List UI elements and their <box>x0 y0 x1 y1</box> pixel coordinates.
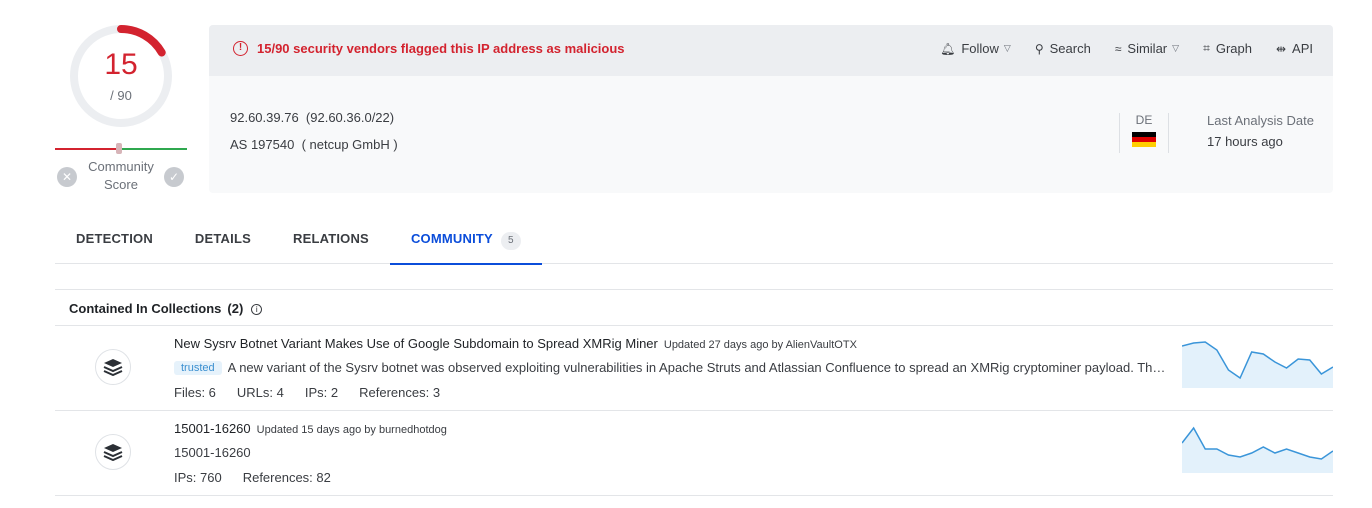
search-button[interactable]: ⚲ Search <box>1035 41 1091 56</box>
tab-relations[interactable]: RELATIONS <box>272 218 390 264</box>
vote-malicious-icon[interactable]: ✕ <box>57 167 77 187</box>
community-score-label: Community Score <box>88 159 154 192</box>
api-button[interactable]: ⇹ API <box>1276 41 1313 56</box>
last-analysis: Last Analysis Date 17 hours ago <box>1207 113 1314 149</box>
collection-meta: Updated 15 days ago by burnedhotdog <box>256 424 447 436</box>
detection-score-widget: 15 / 90 ✕ Community Score ✓ <box>55 18 187 194</box>
exclamation-circle-icon: ! <box>233 41 248 56</box>
detection-count: 15 <box>104 48 138 81</box>
country-box: DE <box>1119 113 1169 153</box>
action-bar: 🔔︎ Follow ▽ ⚲ Search ≈ Similar ▽ ⌗ Graph… <box>916 41 1313 56</box>
follow-button[interactable]: 🔔︎ Follow ▽ <box>940 41 1011 56</box>
collection-stats: Files: 6 URLs: 4 IPs: 2 References: 3 <box>174 385 441 400</box>
collections-header: Contained In Collections (2) i <box>55 289 1333 326</box>
germany-flag-icon <box>1132 132 1156 147</box>
collection-icon <box>95 434 131 470</box>
card-toolbar: ! 15/90 security vendors flagged this IP… <box>209 25 1333 76</box>
as-line: AS 197540 ( netcup GmbH ) <box>230 137 398 152</box>
collection-icon <box>95 349 131 385</box>
list-item[interactable]: New Sysrv Botnet Variant Makes Use of Go… <box>55 326 1333 411</box>
ip-summary-card: ! 15/90 security vendors flagged this IP… <box>209 25 1333 193</box>
vote-harmless-icon[interactable]: ✓ <box>164 167 184 187</box>
chevron-down-icon: ▽ <box>1172 43 1180 53</box>
collections-title: Contained In Collections (2) i <box>69 301 263 316</box>
alert-text: 15/90 security vendors flagged this IP a… <box>257 41 625 56</box>
report-tabs: DETECTION DETAILS RELATIONS COMMUNITY 5 <box>55 218 1333 265</box>
ip-address[interactable]: 92.60.39.76 <box>230 110 299 125</box>
search-icon: ⚲ <box>1034 41 1044 56</box>
tab-details[interactable]: DETAILS <box>174 218 272 264</box>
chevron-down-icon: ▽ <box>1003 43 1011 53</box>
community-score-bar <box>55 143 187 154</box>
activity-sparkline <box>1182 341 1333 388</box>
country-code: DE <box>1135 113 1153 127</box>
malicious-alert: ! 15/90 security vendors flagged this IP… <box>233 41 625 56</box>
last-analysis-label: Last Analysis Date <box>1207 113 1314 128</box>
collection-title[interactable]: New Sysrv Botnet Variant Makes Use of Go… <box>174 336 857 351</box>
community-count-badge: 5 <box>500 232 521 250</box>
activity-sparkline <box>1182 426 1333 473</box>
as-number[interactable]: AS 197540 <box>230 137 294 152</box>
list-item[interactable]: 15001-16260 Updated 15 days ago by burned… <box>55 411 1333 496</box>
collection-meta: Updated 27 days ago by AlienVaultOTX <box>663 339 857 351</box>
trusted-badge: trusted <box>174 360 222 375</box>
sparkline-area <box>1182 342 1333 388</box>
tab-community[interactable]: COMMUNITY 5 <box>389 218 542 265</box>
graph-icon: ⌗ <box>1203 41 1210 55</box>
last-analysis-value: 17 hours ago <box>1207 134 1283 149</box>
collection-stats: IPs: 760 References: 82 <box>174 470 331 485</box>
ip-address-line: 92.60.39.76 (92.60.36.0/22) <box>230 110 394 125</box>
detection-total: / 90 <box>110 88 132 103</box>
bell-icon: 🔔︎ <box>940 41 956 56</box>
collection-description: trusted A new variant of the Sysrv botne… <box>174 360 1174 375</box>
graph-button[interactable]: ⌗ Graph <box>1203 41 1252 56</box>
similar-icon: ≈ <box>1114 41 1122 56</box>
ip-network[interactable]: (92.60.36.0/22) <box>306 110 394 125</box>
collection-title[interactable]: 15001-16260 Updated 15 days ago by burned… <box>174 421 447 436</box>
tab-detection[interactable]: DETECTION <box>55 218 174 264</box>
similar-button[interactable]: ≈ Similar ▽ <box>1115 41 1179 56</box>
as-owner: ( netcup GmbH ) <box>301 137 398 152</box>
info-icon[interactable]: i <box>251 304 263 315</box>
collections-count: (2) <box>227 301 244 316</box>
api-icon: ⇹ <box>1275 41 1287 56</box>
collection-description: 15001-16260 <box>174 445 251 460</box>
